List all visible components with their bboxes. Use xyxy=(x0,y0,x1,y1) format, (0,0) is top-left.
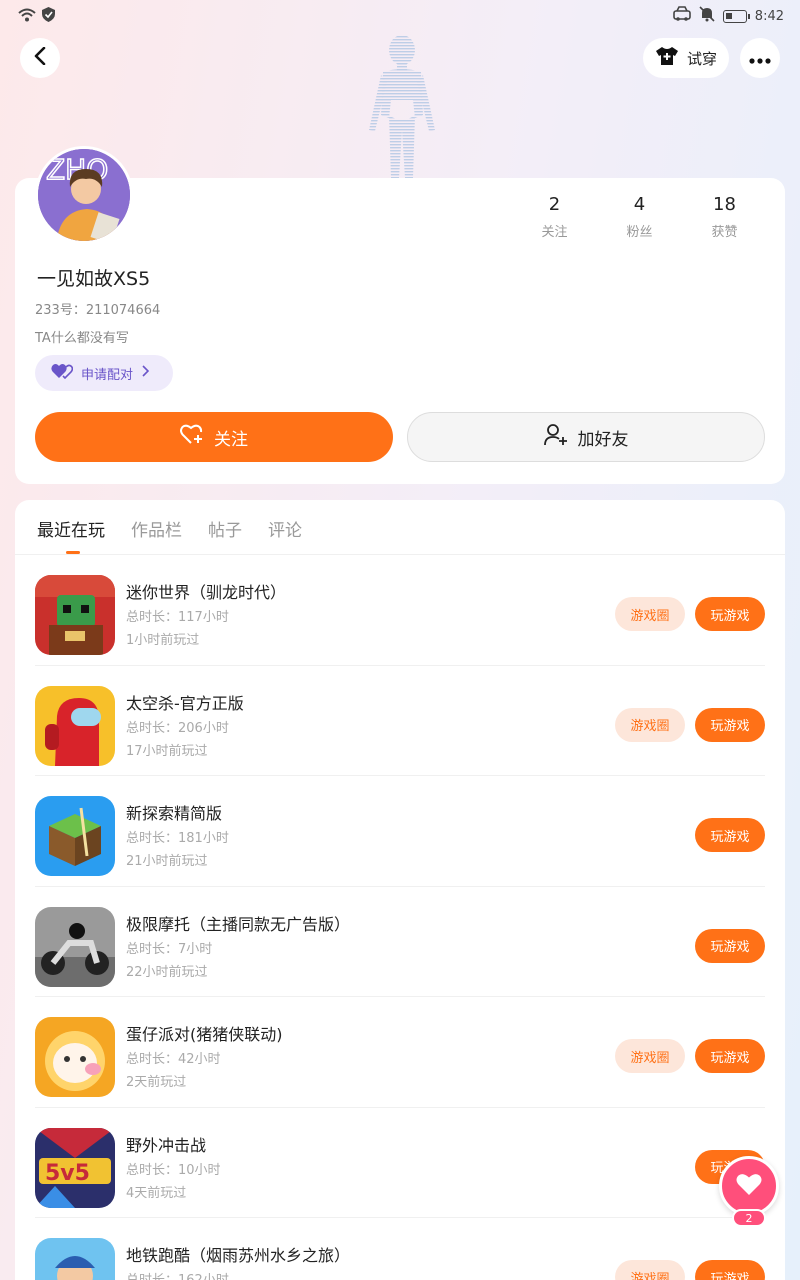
stat-value: 4 xyxy=(633,194,646,215)
list-item[interactable]: 太空杀-官方正版 总时长：206小时 17小时前玩过 游戏圈 玩游戏 xyxy=(35,666,765,776)
profile-card: 2 关注 4 粉丝 18 获赞 一见如故XS5 233号：211074664 T… xyxy=(15,178,785,484)
avatar[interactable]: ZHO xyxy=(35,146,133,244)
game-name: 蛋仔派对(猪猪侠联动) xyxy=(126,1025,283,1044)
stat-value: 18 xyxy=(713,194,736,215)
try-on-label: 试穿 xyxy=(686,49,717,68)
shield-icon xyxy=(42,7,55,26)
game-total-time: 总时长：181小时 xyxy=(126,831,229,846)
game-last-played: 22小时前玩过 xyxy=(126,964,208,980)
moto-icon[interactable] xyxy=(35,906,115,987)
play-game-button[interactable]: 玩游戏 xyxy=(695,818,765,852)
pair-request-button[interactable]: 申请配对 xyxy=(35,355,173,391)
game-total-time: 总时长：117小时 xyxy=(126,610,229,625)
double-heart-icon xyxy=(51,363,74,383)
eggy-party-icon[interactable] xyxy=(35,1017,115,1097)
battery-icon xyxy=(722,9,750,23)
game-name: 迷你世界（驯龙时代） xyxy=(126,583,287,602)
play-game-button[interactable]: 玩游戏 xyxy=(695,597,765,631)
list-item[interactable]: 极限摩托（主播同款无广告版） 总时长：7小时 22小时前玩过 玩游戏 xyxy=(35,887,765,997)
heart-fab-button[interactable] xyxy=(719,1156,779,1216)
back-button[interactable] xyxy=(20,38,60,78)
wild-battle-icon[interactable]: 5v5 xyxy=(35,1127,115,1208)
game-name: 极限摩托（主播同款无广告版） xyxy=(126,914,351,934)
stat-label: 获赞 xyxy=(711,225,738,240)
game-total-time: 总时长：7小时 xyxy=(126,941,213,957)
stat-label: 粉丝 xyxy=(626,225,653,240)
car-icon xyxy=(672,6,691,26)
game-name: 太空杀-官方正版 xyxy=(126,693,244,713)
game-last-played: 17小时前玩过 xyxy=(126,743,208,759)
tab-bar: 最近在玩 作品栏 帖子 评论 xyxy=(37,516,302,541)
heart-count-badge: 2 xyxy=(732,1209,766,1227)
tab-posts[interactable]: 帖子 xyxy=(208,516,242,541)
space-kill-icon[interactable] xyxy=(35,685,115,766)
svg-text:5v5: 5v5 xyxy=(45,1161,90,1186)
list-item[interactable]: 地铁跑酷（烟雨苏州水乡之旅） 总时长：162小时 游戏圈 玩游戏 xyxy=(35,1218,765,1280)
game-total-time: 总时长：162小时 xyxy=(126,1269,229,1280)
game-circle-button[interactable]: 游戏圈 xyxy=(615,1039,685,1073)
play-game-button[interactable]: 玩游戏 xyxy=(695,1039,765,1073)
status-time: 8:42 xyxy=(754,8,784,24)
more-button[interactable] xyxy=(740,38,780,78)
play-game-button[interactable]: 玩游戏 xyxy=(695,1260,765,1280)
pair-label: 申请配对 xyxy=(81,367,134,383)
heart-plus-icon xyxy=(180,424,204,450)
game-last-played: 4天前玩过 xyxy=(126,1185,187,1201)
game-name: 野外冲击战 xyxy=(126,1135,207,1155)
game-total-time: 总时长：42小时 xyxy=(126,1052,221,1067)
list-item[interactable]: 5v5 野外冲击战 总时长：10小时 4天前玩过 玩游戏 xyxy=(35,1108,765,1218)
stat-value: 2 xyxy=(548,194,561,215)
play-game-button[interactable]: 玩游戏 xyxy=(695,707,765,742)
heart-icon xyxy=(736,1173,762,1200)
game-name: 地铁跑酷（烟雨苏州水乡之旅） xyxy=(126,1246,351,1265)
game-total-time: 总时长：206小时 xyxy=(126,720,229,736)
stat-likes[interactable]: 18 获赞 xyxy=(682,194,767,240)
game-circle-button[interactable]: 游戏圈 xyxy=(615,707,685,742)
mute-bell-icon xyxy=(699,6,715,26)
follow-button[interactable]: 关注 xyxy=(35,412,393,462)
user-bio: TA什么都没有写 xyxy=(35,331,129,346)
add-friend-button[interactable]: 加好友 xyxy=(407,412,765,462)
chevron-right-icon xyxy=(141,365,150,381)
user-plus-icon xyxy=(543,423,568,451)
wifi-icon xyxy=(18,7,36,26)
game-name: 新探索精简版 xyxy=(126,804,223,823)
game-list: 迷你世界（驯龙时代） 总时长：117小时 1小时前玩过 游戏圈 玩游戏 太空杀-… xyxy=(15,555,785,1280)
subway-surf-icon[interactable] xyxy=(35,1238,115,1280)
more-dots-icon xyxy=(749,49,771,68)
stat-label: 关注 xyxy=(541,225,568,240)
list-item[interactable]: 新探索精简版 总时长：181小时 21小时前玩过 玩游戏 xyxy=(35,776,765,887)
play-game-button[interactable]: 玩游戏 xyxy=(695,928,765,963)
tshirt-icon xyxy=(655,46,679,70)
nickname: 一见如故XS5 xyxy=(37,268,151,290)
game-last-played: 2天前玩过 xyxy=(126,1075,187,1090)
recent-games-card: 最近在玩 作品栏 帖子 评论 迷你世界（驯龙时代） 总时长：117小时 1小时前… xyxy=(15,500,785,1280)
user-id: 233号：211074664 xyxy=(35,303,161,318)
game-last-played: 1小时前玩过 xyxy=(126,633,200,648)
status-bar: 8:42 xyxy=(0,0,800,32)
game-last-played: 21小时前玩过 xyxy=(126,854,208,869)
list-item[interactable]: 蛋仔派对(猪猪侠联动) 总时长：42小时 2天前玩过 游戏圈 玩游戏 xyxy=(35,997,765,1108)
follow-label: 关注 xyxy=(214,429,248,450)
tab-works[interactable]: 作品栏 xyxy=(131,516,182,541)
avatar-3d-figure xyxy=(355,30,445,180)
tab-comments[interactable]: 评论 xyxy=(268,516,302,541)
tab-recent[interactable]: 最近在玩 xyxy=(37,516,105,541)
try-on-button[interactable]: 试穿 xyxy=(643,38,729,78)
explore-icon[interactable] xyxy=(35,796,115,876)
game-total-time: 总时长：10小时 xyxy=(126,1162,221,1178)
list-item[interactable]: 迷你世界（驯龙时代） 总时长：117小时 1小时前玩过 游戏圈 玩游戏 xyxy=(35,555,765,666)
add-friend-label: 加好友 xyxy=(577,429,629,450)
mini-world-icon[interactable] xyxy=(35,575,115,655)
stat-fans[interactable]: 4 粉丝 xyxy=(597,194,682,240)
chevron-left-icon xyxy=(33,46,47,69)
stat-following[interactable]: 2 关注 xyxy=(512,194,597,240)
game-circle-button[interactable]: 游戏圈 xyxy=(615,597,685,631)
profile-stats: 2 关注 4 粉丝 18 获赞 xyxy=(512,194,767,240)
game-circle-button[interactable]: 游戏圈 xyxy=(615,1260,685,1280)
